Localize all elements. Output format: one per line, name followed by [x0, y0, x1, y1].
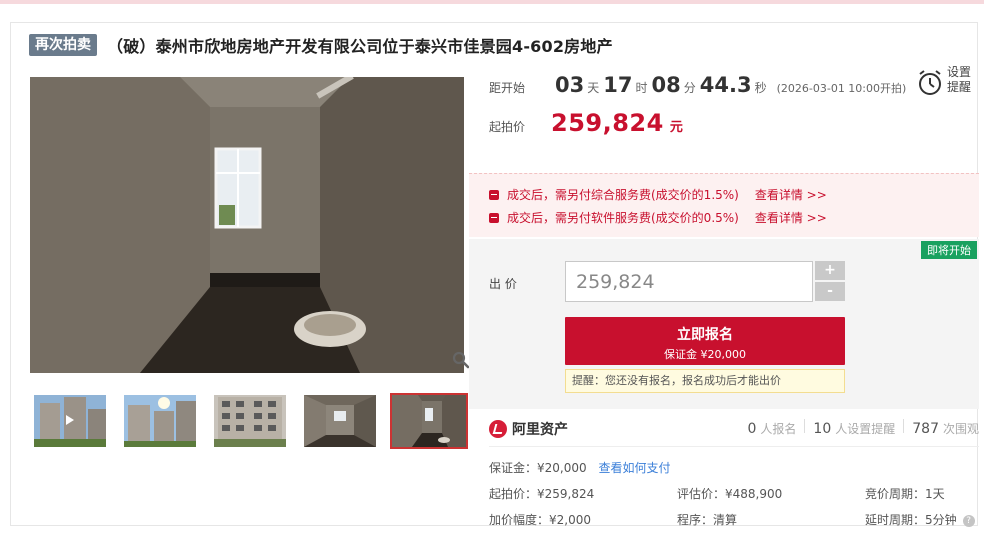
- countdown-seconds: 44.3: [699, 73, 752, 97]
- countdown-label: 距开始: [489, 81, 526, 95]
- signup-count-label: 人报名: [760, 422, 797, 436]
- bid-panel: 即将开始 出 价 259,824 + - 立即报名 保证金 ¥20,000 提醒…: [469, 239, 979, 409]
- reauction-tag: 再次拍卖: [29, 34, 97, 56]
- countdown-days-unit: 天: [587, 81, 600, 95]
- thumbnail-building-facade[interactable]: [214, 395, 286, 447]
- fee-notice: 成交后，需另付综合服务费(成交价的1.5%) 查看详情 >>: [489, 186, 827, 203]
- signup-tip: 提醒：您还没有报名，报名成功后才能出价: [565, 369, 845, 393]
- top-accent-bar: [0, 0, 984, 4]
- fee-notice: 成交后，需另付软件服务费(成交价的0.5%) 查看详情 >>: [489, 209, 827, 226]
- increment-info: 加价幅度：¥2,000: [489, 513, 591, 527]
- signup-count: 0: [747, 421, 757, 437]
- view-count-label: 次围观: [942, 422, 979, 436]
- view-count: 787: [912, 421, 939, 437]
- main-photo[interactable]: [30, 77, 464, 373]
- countdown-seconds-unit: 秒: [754, 81, 767, 95]
- bid-cycle-info: 竞价周期：1天: [865, 487, 945, 501]
- thumbnail-strip: [30, 393, 470, 449]
- zoom-icon[interactable]: [452, 351, 470, 369]
- signup-button[interactable]: 立即报名 保证金 ¥20,000: [565, 317, 845, 365]
- status-badge: 即将开始: [921, 241, 977, 259]
- title-row: 再次拍卖 （破）泰州市欣地房地产开发有限公司位于泰兴市佳景园4-602房地产: [29, 34, 613, 56]
- countdown: 距开始 03 天 17 时 08 分 44.3 秒 (2026-03-01 10…: [489, 73, 906, 97]
- extension-value: 延时周期：5分钟: [865, 513, 957, 527]
- divider: [903, 419, 905, 433]
- signup-label: 立即报名: [677, 327, 733, 343]
- how-to-pay-link[interactable]: 查看如何支付: [598, 461, 670, 475]
- starting-price-label: 起拍价: [489, 120, 526, 134]
- stats-row: 0 人报名 10 人设置提醒 787 次围观: [747, 419, 979, 437]
- brand-name: 阿里资产: [512, 422, 568, 438]
- thumbnail-building-exterior[interactable]: [124, 395, 196, 447]
- start-time-note: (2026-03-01 10:00开拍): [776, 82, 907, 95]
- countdown-days: 03: [555, 73, 585, 97]
- gift-icon: [489, 212, 499, 223]
- divider: [804, 419, 806, 433]
- starting-price-row: 起拍价 259,824 元: [489, 109, 683, 137]
- fee-notices: 成交后，需另付综合服务费(成交价的1.5%) 查看详情 >> 成交后，需另付软件…: [469, 173, 979, 237]
- thumbnail-interior-room[interactable]: [304, 395, 376, 447]
- help-icon[interactable]: ?: [962, 514, 975, 527]
- reminder-label-2: 提醒: [947, 80, 972, 94]
- reminder-count: 10: [813, 421, 832, 437]
- appraisal-info: 评估价：¥488,900: [677, 487, 783, 501]
- fee-text: 成交后，需另付综合服务费(成交价的1.5%): [507, 188, 739, 202]
- play-icon: [66, 415, 74, 425]
- fee-details-link[interactable]: 查看详情 >>: [755, 209, 827, 226]
- fee-text: 成交后，需另付软件服务费(成交价的0.5%): [507, 211, 739, 225]
- deposit-info: 保证金：¥20,000 查看如何支付: [489, 459, 670, 476]
- procedure-info: 程序：清算: [677, 513, 738, 527]
- brand: 阿里资产: [489, 419, 568, 439]
- starting-price-value: 259,824: [551, 109, 664, 137]
- thumbnail-building-video[interactable]: [34, 395, 106, 447]
- countdown-hours: 17: [603, 73, 633, 97]
- reminder-label-1: 设置: [947, 65, 972, 79]
- countdown-minutes-unit: 分: [683, 81, 696, 95]
- countdown-minutes: 08: [651, 73, 681, 97]
- ali-assets-logo-icon: [489, 420, 507, 438]
- increase-bid-button[interactable]: +: [815, 261, 845, 280]
- alarm-clock-icon: [919, 70, 941, 95]
- set-reminder-button[interactable]: 设置 提醒: [917, 65, 979, 99]
- start-price-info: 起拍价：¥259,824: [489, 487, 595, 501]
- countdown-hours-unit: 时: [635, 81, 648, 95]
- fee-details-link[interactable]: 查看详情 >>: [755, 186, 827, 203]
- thumbnail-interior-bathroom[interactable]: [390, 393, 468, 449]
- deposit-label: 保证金 ¥20,000: [664, 348, 746, 361]
- auction-title: （破）泰州市欣地房地产开发有限公司位于泰兴市佳景园4-602房地产: [107, 37, 613, 56]
- bid-amount-input[interactable]: 259,824: [565, 261, 813, 302]
- starting-price-unit: 元: [669, 120, 683, 135]
- deposit-value: 保证金：¥20,000: [489, 461, 587, 475]
- auction-card: 再次拍卖 （破）泰州市欣地房地产开发有限公司位于泰兴市佳景园4-602房地产 距…: [10, 22, 979, 528]
- gift-icon: [489, 189, 499, 200]
- divider: [489, 446, 979, 447]
- reminder-count-label: 人设置提醒: [835, 422, 896, 436]
- bid-label: 出 价: [489, 277, 517, 291]
- extension-info: 延时周期：5分钟?: [865, 511, 975, 528]
- decrease-bid-button[interactable]: -: [815, 282, 845, 301]
